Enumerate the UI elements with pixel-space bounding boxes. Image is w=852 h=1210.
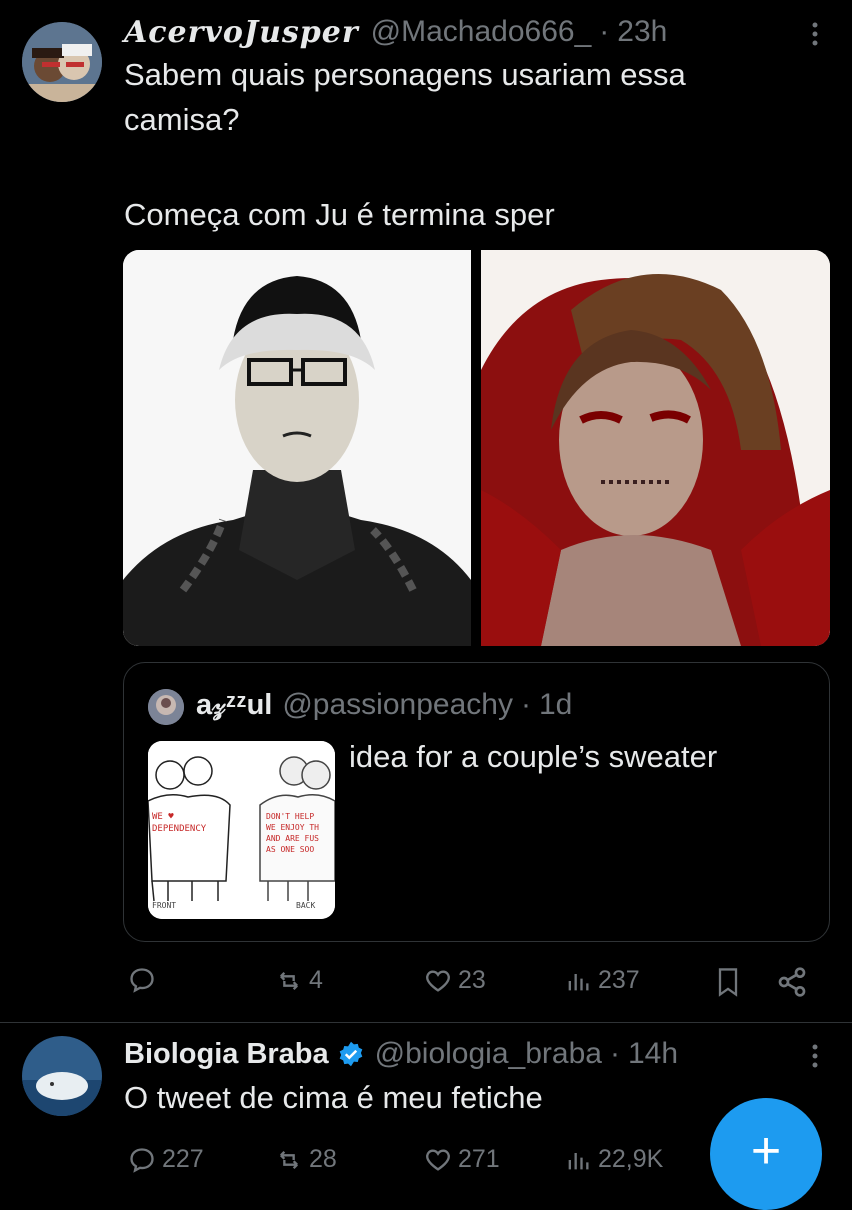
display-name[interactable]: AcervoJusper xyxy=(124,15,359,50)
heart-icon xyxy=(426,969,450,992)
reply-button[interactable] xyxy=(128,966,162,994)
like-button[interactable]: 23 xyxy=(424,966,486,995)
like-count: 271 xyxy=(458,1145,500,1173)
sweater-back-line-3: AND ARE FUS xyxy=(266,834,319,843)
tweet-text-line-3: Começa com Ju é termina sper xyxy=(124,197,555,232)
sweater-back-label: BACK xyxy=(296,901,316,910)
media-image-right[interactable] xyxy=(481,250,830,646)
quote-handle[interactable]: @passionpeachy xyxy=(282,688,513,722)
sweater-front-label: FRONT xyxy=(152,901,177,910)
quote-tweet[interactable]: a𝓏ᶻᶻul @passionpeachy · 1d WE ♥ DEPENDEN… xyxy=(123,662,830,942)
quote-media-image[interactable]: WE ♥ DEPENDENCY DON'T HELP WE ENJOY TH A… xyxy=(148,741,335,919)
repost-count: 28 xyxy=(309,1145,337,1173)
reply-icon xyxy=(130,968,154,993)
quote-text: idea for a couple’s sweater xyxy=(349,739,718,774)
media-image-left[interactable] xyxy=(123,250,471,646)
bookmark-icon[interactable] xyxy=(714,966,742,998)
reply-button[interactable]: 227 xyxy=(128,1145,204,1174)
more-options-icon[interactable] xyxy=(800,16,830,52)
tweet-divider xyxy=(0,1022,852,1023)
display-name[interactable]: Biologia Braba xyxy=(124,1038,329,1071)
separator-dot: · xyxy=(599,15,610,48)
view-count: 237 xyxy=(598,966,640,994)
compose-fab-button[interactable]: + xyxy=(710,1098,822,1210)
sweater-back-line-4: AS ONE SOO xyxy=(266,845,315,854)
tweet-text: O tweet de cima é meu fetiche xyxy=(124,1080,543,1115)
tweet-text-line-2: camisa? xyxy=(124,102,240,137)
sweater-front-line-2: DEPENDENCY xyxy=(152,824,207,834)
timestamp[interactable]: 14h xyxy=(628,1037,678,1071)
plus-icon: + xyxy=(750,1122,782,1180)
sweater-back-line-1: DON'T HELP xyxy=(266,812,315,821)
quote-display-name[interactable]: a𝓏ᶻᶻul xyxy=(196,689,272,722)
repost-icon xyxy=(280,1150,298,1169)
repost-button[interactable]: 28 xyxy=(275,1145,337,1174)
share-icon[interactable] xyxy=(776,966,808,998)
reply-count: 227 xyxy=(162,1145,204,1173)
like-button[interactable]: 271 xyxy=(424,1145,500,1174)
tweet-text-line-1: Sabem quais personagens usariam essa xyxy=(124,57,686,92)
avatar[interactable] xyxy=(22,22,102,102)
heart-icon xyxy=(426,1148,450,1171)
views-button[interactable]: 22,9K xyxy=(564,1145,663,1174)
more-options-icon[interactable] xyxy=(800,1038,830,1074)
avatar[interactable] xyxy=(22,1036,102,1116)
reply-icon xyxy=(130,1147,154,1173)
view-count: 22,9K xyxy=(598,1145,664,1173)
sweater-back-line-2: WE ENJOY TH xyxy=(266,823,319,832)
repost-count: 4 xyxy=(309,966,323,994)
separator-dot: · xyxy=(609,1037,620,1070)
quote-timestamp[interactable]: 1d xyxy=(539,688,572,722)
timestamp[interactable]: 23h xyxy=(617,15,667,49)
repost-button[interactable]: 4 xyxy=(275,966,323,995)
quote-avatar[interactable] xyxy=(148,689,184,725)
sweater-front-line-1: WE ♥ xyxy=(152,812,174,822)
repost-icon xyxy=(280,971,298,990)
quote-separator-dot: · xyxy=(520,688,531,721)
like-count: 23 xyxy=(458,966,486,994)
analytics-icon xyxy=(568,973,589,990)
analytics-icon xyxy=(568,1152,589,1169)
handle[interactable]: @Machado666_ xyxy=(371,15,592,49)
views-button[interactable]: 237 xyxy=(564,966,640,995)
verified-badge-icon xyxy=(337,1040,365,1068)
handle[interactable]: @biologia_braba xyxy=(375,1037,602,1071)
